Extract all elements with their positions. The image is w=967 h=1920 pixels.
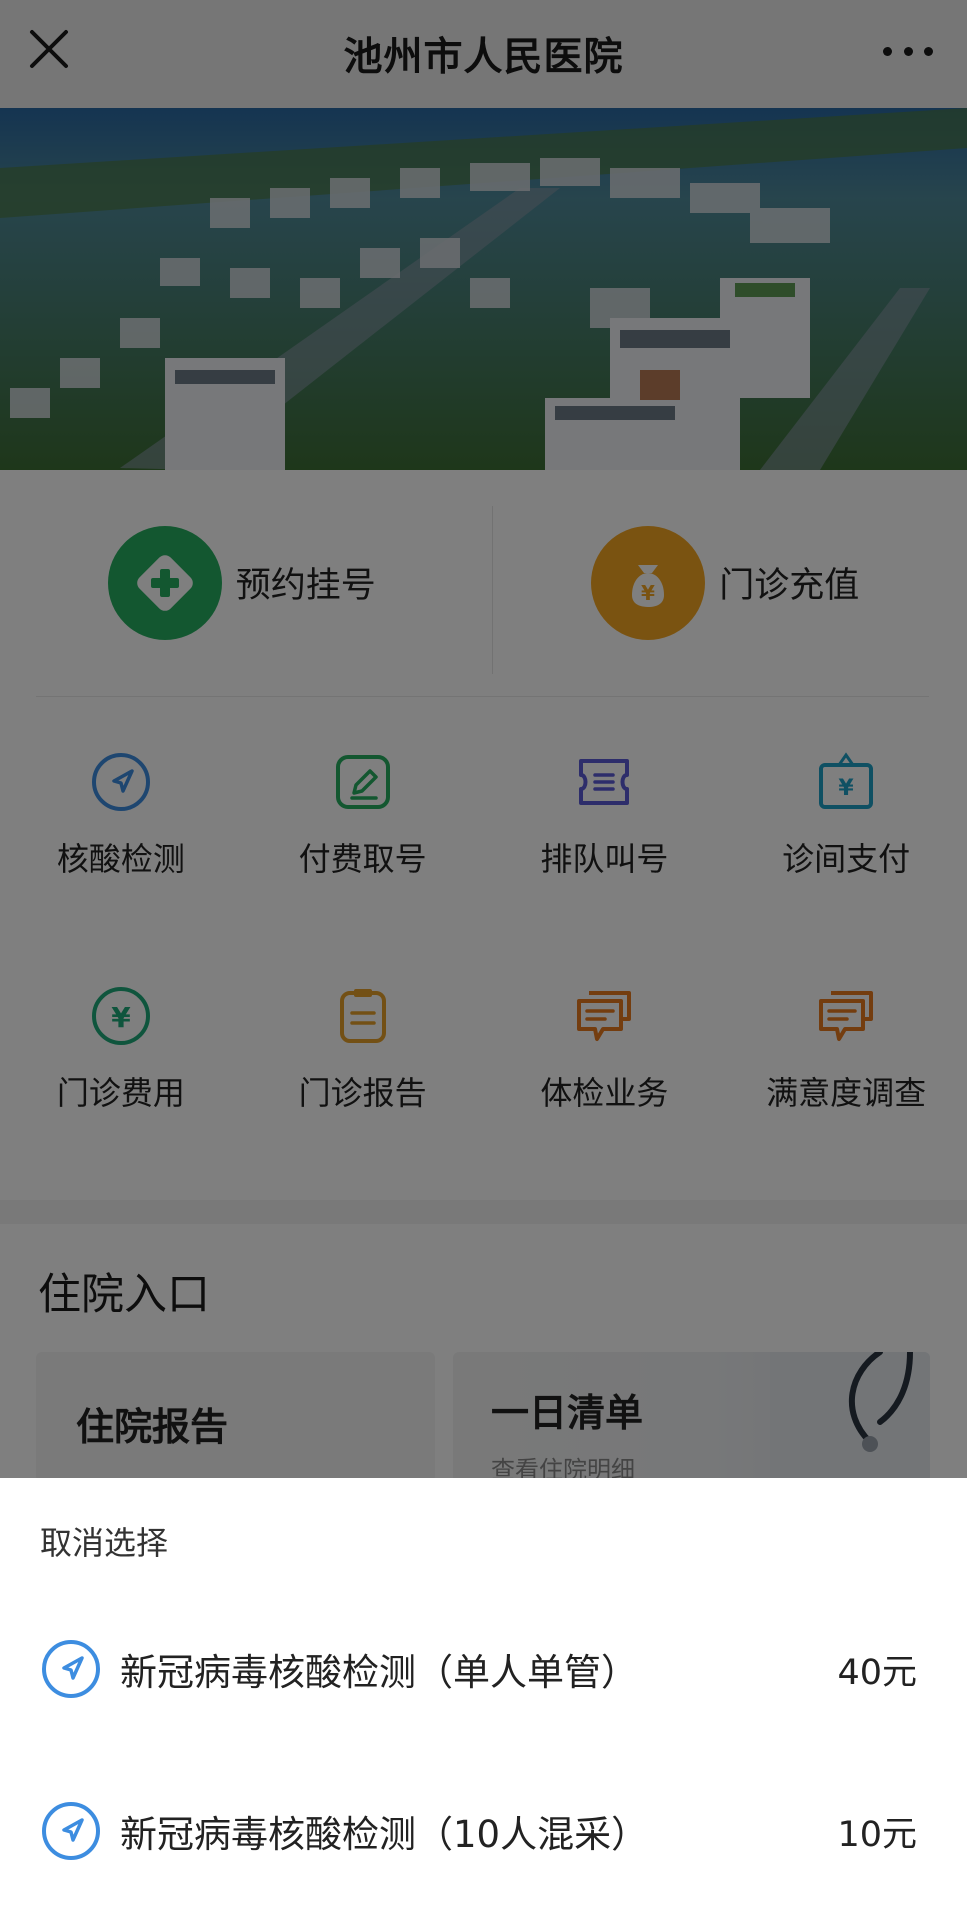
- option-label: 新冠病毒核酸检测（10人混采）: [120, 1813, 649, 1856]
- option-single-tube[interactable]: 新冠病毒核酸检测（单人单管） 40元: [0, 1614, 967, 1724]
- cancel-button[interactable]: 取消选择: [40, 1518, 168, 1564]
- option-price: 40元: [837, 1652, 917, 1693]
- navigation-arrow-icon: [40, 1800, 102, 1862]
- selection-sheet: 取消选择 新冠病毒核酸检测（单人单管） 40元 新冠病毒核酸检测（10人混采） …: [0, 1478, 967, 1920]
- overlay-mask[interactable]: [0, 0, 967, 1478]
- option-price: 10元: [837, 1814, 917, 1855]
- navigation-arrow-icon: [40, 1638, 102, 1700]
- option-pooled-10[interactable]: 新冠病毒核酸检测（10人混采） 10元: [0, 1776, 967, 1886]
- option-label: 新冠病毒核酸检测（单人单管）: [120, 1651, 638, 1694]
